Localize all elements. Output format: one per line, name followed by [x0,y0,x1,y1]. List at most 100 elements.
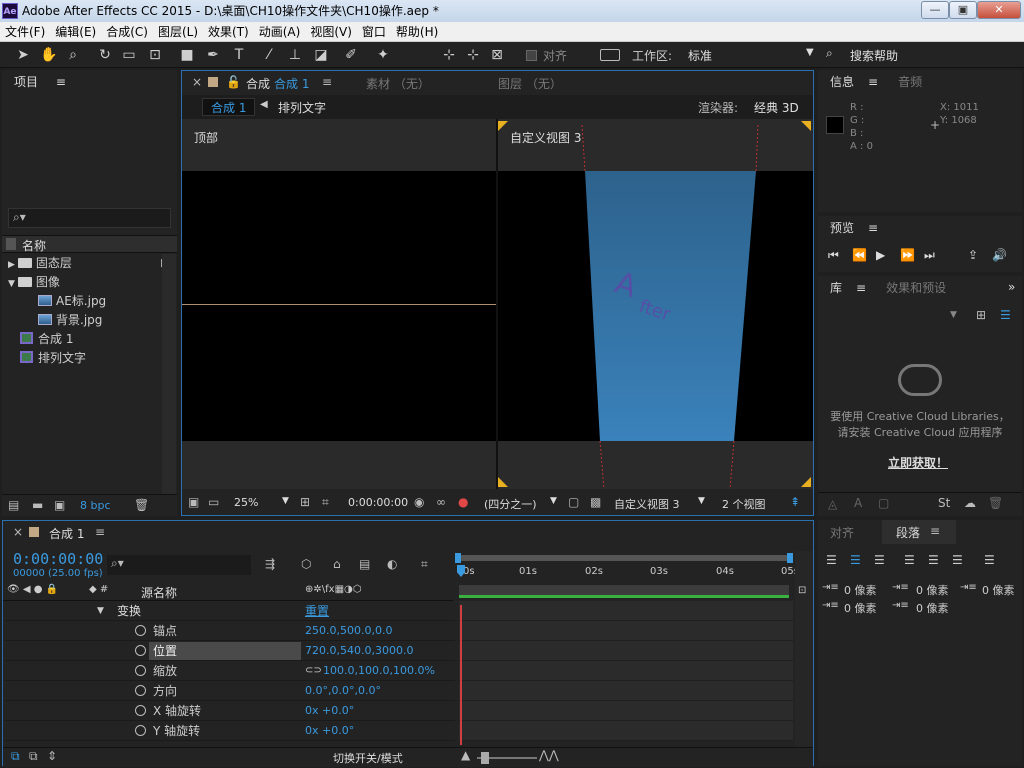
project-item-comp1[interactable]: 合成 1 [20,330,73,349]
project-item-background[interactable]: 背景.jpg [38,311,102,330]
transfer-controls-icon[interactable]: ⧉ [29,749,38,764]
trash-icon[interactable]: 🗑 [988,496,1003,510]
menu-window[interactable]: 窗口 [357,22,391,42]
new-comp-icon[interactable]: ▣ [54,498,65,512]
view-custom-3[interactable]: 自定义视图 3 A fter [498,119,813,489]
chevron-down-icon[interactable]: ▼ [8,279,15,289]
channel-icon[interactable]: ● [458,495,468,509]
close-icon[interactable]: × [13,525,23,539]
in-out-icon[interactable]: ⇕ [47,749,57,763]
frame-blending-icon[interactable]: ▤ [359,557,370,571]
close-icon[interactable]: × [192,75,202,89]
constrain-proportions-icon[interactable]: ⊂⊃ [305,661,322,681]
track-row[interactable] [459,681,793,701]
property-row-orientation[interactable]: 方向 0.0°,0.0°,0.0° [5,681,455,701]
fast-preview-icon[interactable]: ⇞ [790,495,800,509]
minimize-button[interactable]: — [921,1,949,19]
chevron-down-icon[interactable]: ▼ [950,310,957,320]
view-select[interactable]: 自定义视图 3 [614,496,680,512]
property-value[interactable]: 100.0,100.0,100.0% [323,661,435,681]
view-axis-icon[interactable]: ⊠ [488,46,506,64]
always-preview-icon[interactable]: ▣ [188,495,199,509]
rectangle-tool-icon[interactable]: ■ [178,46,196,64]
tab-info[interactable]: 信息 [830,75,854,89]
panel-menu-icon[interactable]: ≡ [930,524,940,538]
current-time-indicator[interactable] [460,605,462,745]
project-search-input[interactable]: ⌕▾ [8,208,171,228]
breadcrumb-text-arrange[interactable]: 排列文字 [278,99,326,116]
eraser-tool-icon[interactable]: ◪ [312,46,330,64]
property-value[interactable]: 0.0°,0.0°,0.0° [305,681,381,701]
transform-row[interactable]: ▼ 变换 重置 [5,601,455,621]
comp-button-icon[interactable]: ⊡ [798,585,806,596]
property-value[interactable]: 0x +0.0° [305,721,354,741]
pan-behind-tool-icon[interactable]: ⊡ [146,46,164,64]
menu-composition[interactable]: 合成(C) [101,22,153,42]
views-count-select[interactable]: 2 个视图 [722,496,766,512]
draft-3d-icon[interactable]: ⬡ [301,557,311,571]
safe-zones-icon[interactable]: ⊞ [300,495,310,509]
snapshot-icon[interactable]: ◉ [414,495,424,509]
maximize-button[interactable]: ▣ [949,1,977,19]
project-item-images[interactable]: ▼ 图像 [8,273,60,292]
close-button[interactable]: ✕ [977,1,1021,19]
property-row-x-rotation[interactable]: X 轴旋转 0x +0.0° [5,701,455,721]
toggle-switches-modes-button[interactable]: 切换开关/模式 [333,750,403,766]
stopwatch-icon[interactable] [135,705,146,716]
shy-layers-icon[interactable]: ⌂ [333,557,341,571]
chevron-right-icon[interactable]: ▶ [8,260,15,270]
work-area-start-handle[interactable] [455,553,461,563]
justify-all-icon[interactable]: ☰ [984,553,995,567]
monitor-icon[interactable]: ▭ [208,495,219,509]
menu-edit[interactable]: 编辑(E) [50,22,101,42]
workspace-select[interactable]: 标准 [688,47,712,64]
stopwatch-icon[interactable] [135,685,146,696]
custom-view-canvas[interactable]: A fter [498,171,813,441]
justify-center-icon[interactable]: ☰ [928,553,939,567]
menu-view[interactable]: 视图(V) [305,22,357,42]
timeline-timecode[interactable]: 0:00:00:00 [13,550,103,568]
renderer-select[interactable]: 经典 3D [754,99,799,116]
zoom-out-icon[interactable]: ▲ [461,748,470,762]
transparency-grid-icon[interactable]: ▩ [590,495,601,509]
tab-library[interactable]: 库 [830,281,842,295]
motion-blur-icon[interactable]: ◐ [387,557,397,571]
project-item-text-arrange[interactable]: 排列文字 [20,349,86,368]
project-tab[interactable]: 项目 ≡ [2,70,177,94]
project-scrollbar[interactable] [162,254,176,494]
hand-tool-icon[interactable]: ✋ [40,46,58,64]
first-frame-icon[interactable]: ⏮ [828,248,839,263]
property-row-position[interactable]: 位置 720.0,540.0,3000.0 [5,641,455,661]
resolution-select[interactable]: (四分之一) [484,496,537,512]
menu-effect[interactable]: 效果(T) [203,22,254,42]
new-folder-icon[interactable]: ▬ [32,498,43,512]
time-ruler[interactable]: 0s 01s 02s 03s 04s 05s [455,551,799,601]
clone-stamp-tool-icon[interactable]: ⊥ [286,46,304,64]
track-row[interactable] [459,701,793,721]
project-item-solids[interactable]: ▶ 固态层 [8,254,72,273]
property-row-y-rotation[interactable]: Y 轴旋转 0x +0.0° [5,721,455,741]
overflow-icon[interactable]: » [1008,280,1015,294]
tab-layer[interactable]: 图层 （无） [498,75,562,92]
timeline-search-input[interactable]: ⌕▾ [107,555,251,575]
interpret-footage-icon[interactable]: ▤ [8,498,19,512]
track-row[interactable] [459,601,793,621]
chevron-down-icon[interactable]: ▼ [97,601,104,621]
property-value[interactable]: 720.0,540.0,3000.0 [305,641,413,661]
get-now-link[interactable]: 立即获取！ [888,454,948,471]
comp-mini-flowchart-icon[interactable]: ⇶ [265,557,275,571]
trash-icon[interactable]: 🗑 [134,498,149,512]
panel-menu-icon[interactable]: ≡ [322,75,332,89]
reset-link[interactable]: 重置 [305,601,329,621]
bpc-button[interactable]: 8 bpc [80,499,111,512]
work-area-end-handle[interactable] [787,553,793,563]
space-before-field[interactable]: 0 像素 [844,600,877,616]
top-view-canvas[interactable] [182,171,496,441]
indent-left-field[interactable]: 0 像素 [844,582,877,598]
property-value[interactable]: 0x +0.0° [305,701,354,721]
brush-tool-icon[interactable]: ⁄ [260,46,278,64]
align-checkbox[interactable] [526,50,537,61]
breadcrumb-composition-1[interactable]: 合成 1 [202,98,256,116]
align-center-icon[interactable]: ☰ [850,553,861,567]
next-frame-icon[interactable]: ⏩ [900,248,915,262]
